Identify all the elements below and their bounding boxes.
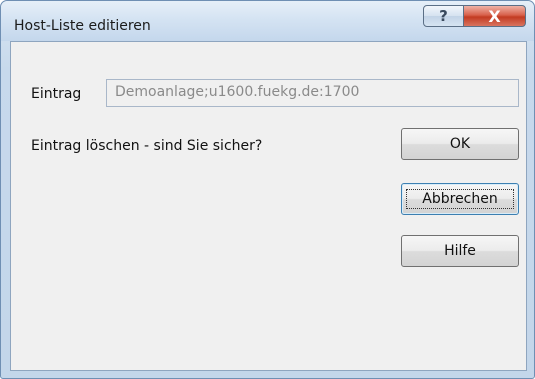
dialog-content: Eintrag Demoanlage;u1600.fuekg.de:1700 E… xyxy=(10,41,527,371)
help-button[interactable]: Hilfe xyxy=(401,235,519,267)
title-help-button[interactable]: ? xyxy=(423,5,464,27)
close-icon: X xyxy=(488,6,501,26)
confirm-question: Eintrag löschen - sind Sie sicher? xyxy=(31,138,263,154)
cancel-button[interactable]: Abbrechen xyxy=(401,183,519,215)
entry-field[interactable]: Demoanlage;u1600.fuekg.de:1700 xyxy=(106,79,519,107)
window-title: Host-Liste editieren xyxy=(14,18,151,34)
dialog-window: Host-Liste editieren ? X Eintrag Demoanl… xyxy=(0,0,535,379)
entry-label: Eintrag xyxy=(31,86,82,102)
ok-button[interactable]: OK xyxy=(401,128,519,160)
title-bar[interactable]: Host-Liste editieren ? X xyxy=(1,1,534,41)
focus-ring xyxy=(406,189,514,209)
question-mark-icon: ? xyxy=(439,7,448,25)
title-close-button[interactable]: X xyxy=(463,5,526,27)
